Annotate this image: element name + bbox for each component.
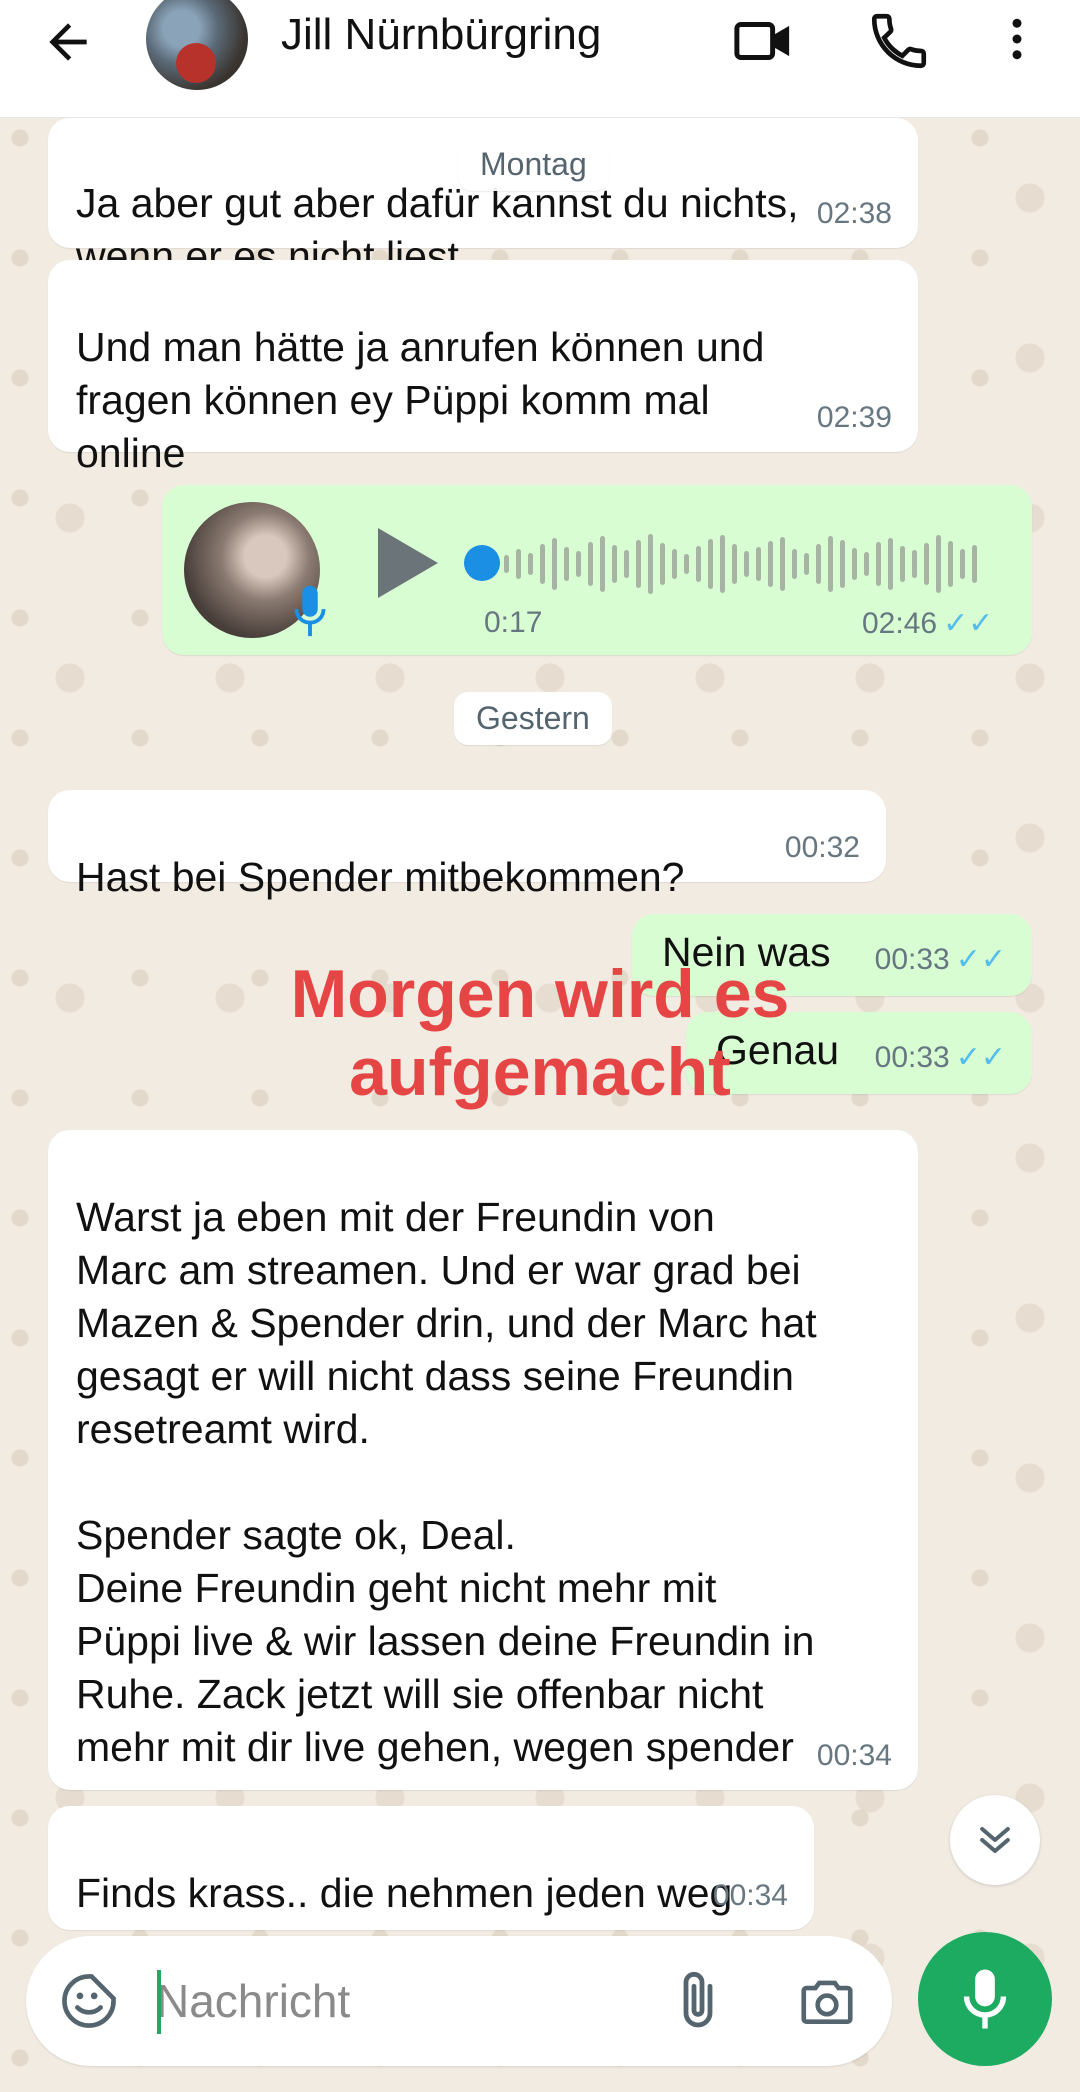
voice-duration: 0:17 [484,606,543,639]
message-time-status: 00:33 ✓✓ [875,1031,1006,1084]
waveform-bar [624,550,629,578]
message-time: 02:39 [816,401,892,434]
waveform-bar [840,540,845,588]
waveform-bar [612,545,617,583]
message-composer [26,1936,892,2066]
waveform-bar [564,547,569,581]
attach-icon [683,1972,713,2028]
play-button[interactable] [378,528,438,603]
back-arrow-icon [49,23,87,61]
message-incoming[interactable]: Warst ja eben mit der Freundin von Marc … [48,1130,918,1790]
message-text: Warst ja eben mit der Freundin von Marc … [76,1194,817,1770]
waveform-bar [924,543,929,585]
message-time: 00:34 [712,1879,788,1912]
read-ticks-icon: ✓✓ [943,607,994,640]
message-time-status: 02:46 ✓✓ [862,606,993,641]
waveform-bar [600,536,605,592]
camera-button[interactable] [796,1970,858,2037]
waveform-bar [768,541,773,587]
back-button[interactable] [40,14,96,70]
waveform-bar [804,553,809,575]
more-options-button[interactable] [990,12,1044,71]
waveform-bar [720,535,725,593]
phone-icon [871,13,927,69]
camera-icon [801,1980,853,2024]
waveform-bar [744,551,749,577]
playback-position-dot[interactable] [464,545,500,581]
emoji-sticker-button[interactable] [58,1970,120,2037]
waveform-bar [648,534,653,594]
contact-name[interactable]: Jill Nürnbürgring [281,10,601,60]
scroll-to-bottom-button[interactable] [950,1795,1040,1885]
video-call-button[interactable] [730,8,796,79]
voice-record-button[interactable] [918,1932,1052,2066]
emoji-sticker-icon [62,1974,116,2028]
waveform-bar [504,555,509,573]
message-text: Finds krass.. die nehmen jeden weg [76,1870,733,1916]
mic-icon [294,585,326,637]
waveform-bar [540,544,545,584]
message-time: 00:34 [816,1739,892,1772]
waveform-bar [948,541,953,587]
chat-header: Jill Nürnbürgring [0,0,1080,118]
message-incoming[interactable]: Finds krass.. die nehmen jeden weg 00:34 [48,1806,814,1930]
day-chip-monday: Montag [458,138,609,191]
message-time: 00:32 [784,831,860,864]
message-time: 02:46 [862,607,938,640]
waveform-bar [828,536,833,592]
waveform-bar [696,546,701,582]
waveform-bar [576,551,581,577]
message-time-status: 00:33 ✓✓ [875,933,1006,986]
more-vert-icon [1012,18,1022,60]
day-chip-yesterday: Gestern [454,692,612,745]
waveform-bar [876,542,881,586]
waveform-bar [528,553,533,575]
text-caret [157,1970,161,2034]
waveform-bar [636,540,641,588]
waveform-bar [552,538,557,590]
waveform-bar [792,549,797,579]
waveform-bar [912,550,917,578]
waveform-bar [936,535,941,593]
play-icon [378,528,438,598]
waveform-bar [708,539,713,589]
waveform-bar [816,544,821,584]
waveform-bar [672,549,677,579]
message-time: 02:38 [816,197,892,230]
message-text: Hast bei Spender mitbekommen? [76,854,685,900]
waveform-bar [660,543,665,585]
waveform-bar [516,549,521,579]
attach-button[interactable] [666,1968,730,2039]
overlay-caption: Morgen wird es aufgemacht [290,956,790,1110]
waveform-bar [972,545,977,583]
voice-call-button[interactable] [866,8,932,79]
waveform-bar [684,554,689,574]
waveform-bar [864,552,869,576]
waveform-bar [588,542,593,586]
double-chevron-down-icon [980,1826,1010,1854]
waveform-bar [732,544,737,584]
waveform-bar [852,548,857,580]
contact-avatar[interactable] [146,0,248,90]
waveform-bar [900,546,905,582]
waveform-bar [756,547,761,581]
message-incoming[interactable]: Hast bei Spender mitbekommen? 00:32 [48,790,886,900]
read-ticks-icon: ✓✓ [955,1041,1006,1074]
waveform-bar [780,537,785,591]
video-call-icon [734,22,790,60]
message-input[interactable] [156,1966,656,2036]
message-incoming[interactable]: Und man hätte ja anrufen können und frag… [48,260,918,476]
read-ticks-icon: ✓✓ [955,943,1006,976]
waveform-bar [960,549,965,579]
waveform-bar [888,538,893,590]
mic-icon [963,1969,1007,2029]
